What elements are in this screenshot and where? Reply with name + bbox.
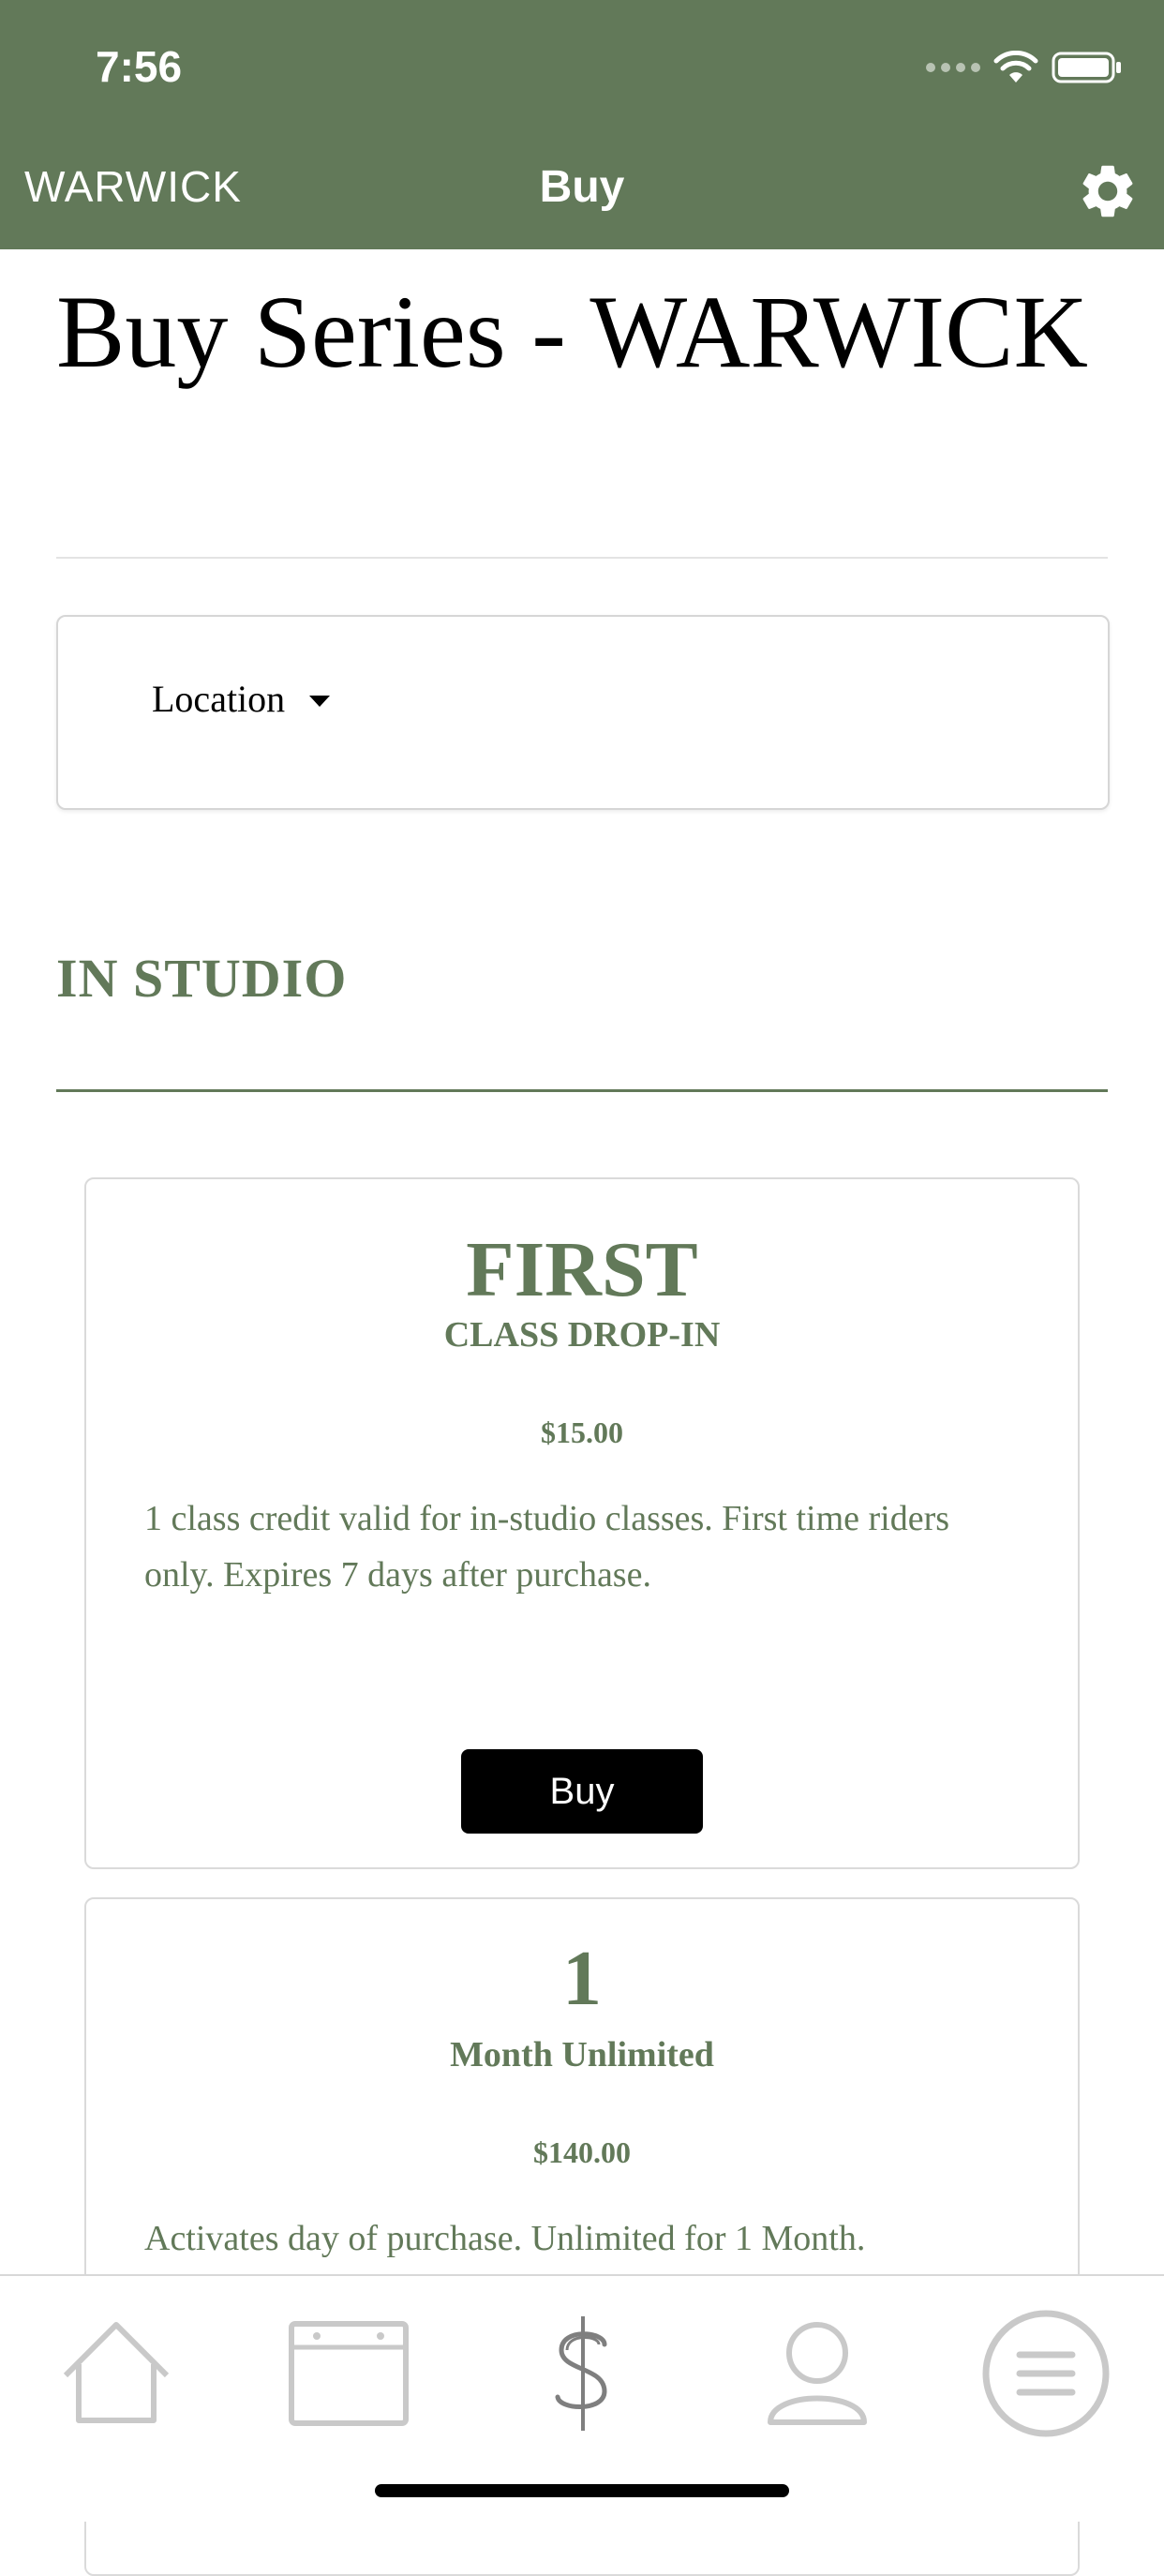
home-indicator[interactable] (375, 2484, 789, 2497)
cellular-signal-icon (926, 63, 980, 72)
buy-button[interactable]: Buy (461, 1749, 703, 1834)
menu-icon (982, 2310, 1110, 2437)
series-title: 1 (562, 1935, 602, 2022)
page-title: Buy Series - WARWICK (56, 275, 1088, 389)
wifi-icon (993, 51, 1038, 82)
tab-home[interactable] (51, 2308, 182, 2439)
status-icons (926, 51, 1123, 84)
series-price: $140.00 (533, 2135, 631, 2169)
section-title: IN STUDIO (56, 948, 348, 1009)
series-price: $15.00 (541, 1415, 623, 1449)
app-header: 7:56 WARWICK Buy (0, 0, 1164, 249)
tab-menu[interactable] (980, 2308, 1112, 2439)
location-filter: Location (56, 615, 1110, 810)
battery-icon (1052, 52, 1121, 83)
tab-buy[interactable] (517, 2308, 649, 2439)
series-card: FIRST CLASS DROP-IN $15.00 1 class credi… (84, 1177, 1080, 1869)
calendar-icon (289, 2321, 409, 2426)
home-icon (63, 2322, 170, 2423)
tab-schedule[interactable] (283, 2308, 414, 2439)
series-subtitle: Month Unlimited (450, 2035, 714, 2074)
dollar-icon (555, 2316, 607, 2431)
status-time: 7:56 (96, 42, 183, 91)
section-divider (56, 1089, 1108, 1092)
series-description: Activates day of purchase. Unlimited for… (144, 2219, 866, 2258)
divider (56, 557, 1108, 559)
series-title: FIRST (466, 1226, 698, 1313)
series-subtitle: CLASS DROP-IN (443, 1315, 721, 1355)
series-description: 1 class credit valid for in-studio class… (144, 1499, 950, 1595)
tab-profile[interactable] (752, 2308, 883, 2439)
location-dropdown[interactable]: Location (152, 677, 285, 721)
profile-icon (768, 2322, 867, 2425)
caret-down-icon[interactable] (309, 696, 330, 707)
gear-icon[interactable] (1076, 159, 1140, 223)
nav-title: Buy (539, 162, 625, 212)
